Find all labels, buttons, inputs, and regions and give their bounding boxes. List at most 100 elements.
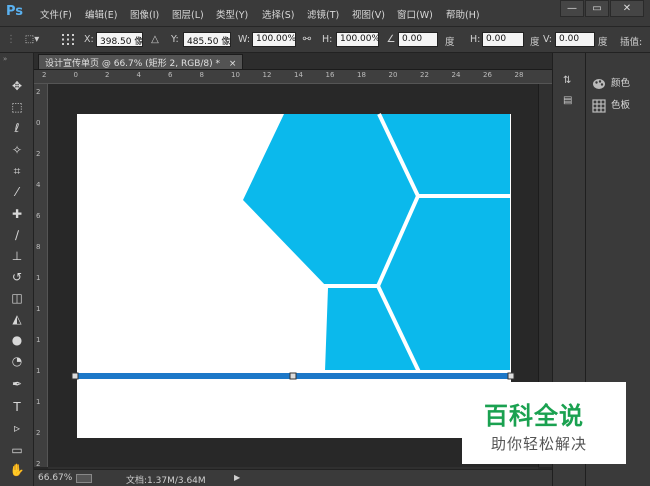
menu-help[interactable]: 帮助(H): [446, 7, 480, 21]
restore-button[interactable]: ▭: [585, 0, 609, 17]
menu-type[interactable]: 类型(Y): [216, 7, 248, 21]
swatches-grid-icon: [592, 98, 606, 113]
ruler-top-tick-label: 24: [451, 71, 461, 79]
transform-handle-center: [289, 372, 297, 380]
y-position-field[interactable]: 485.50 像: [183, 32, 231, 47]
rotate-angle-icon: ∠: [386, 34, 396, 45]
y-label: Y:: [171, 34, 179, 45]
menu-filter[interactable]: 滤镜(T): [307, 7, 339, 21]
ruler-left-tick-label: 0: [36, 119, 41, 127]
history-brush-tool-icon[interactable]: ↺: [8, 268, 26, 286]
ruler-left-tick-label: 1: [36, 398, 41, 406]
marquee-tool-icon[interactable]: ⬚: [8, 98, 26, 116]
ruler-top-tick-label: 8: [199, 71, 204, 79]
ruler-left-tick-label: 2: [36, 150, 41, 158]
left-ruler[interactable]: 2 0 2 4 6 8 1 1 1 1 1 2 2: [34, 84, 48, 467]
menu-image[interactable]: 图像(I): [130, 7, 159, 21]
ruler-top-tick-label: 2: [42, 71, 47, 79]
grip-icon: ⋮: [6, 34, 16, 45]
path-selection-tool-icon[interactable]: ▹: [8, 419, 26, 437]
crop-tool-icon[interactable]: ⌗: [8, 162, 26, 180]
ruler-top-tick-label: 20: [388, 71, 398, 79]
ruler-top-tick-label: 0: [73, 71, 78, 79]
palette-icon: [592, 77, 606, 91]
tab-close-icon[interactable]: ×: [229, 59, 237, 69]
ruler-left-tick-label: 2: [36, 88, 41, 96]
rotate-unit: 度: [445, 37, 455, 48]
width-field[interactable]: 100.00%: [252, 32, 296, 47]
document-tab[interactable]: 设计宣传单页 @ 66.7% (矩形 2, RGB/8) * ×: [38, 54, 244, 69]
reference-point-icon[interactable]: [60, 33, 76, 46]
tools-panel: » ✥ ⬚ ℓ ✧ ⌗ ⁄ ✚ ∕ ⊥ ↺ ◫ ◭ ● ◔ ✒ T ▹ ▭ ✋: [0, 53, 34, 486]
ruler-left-tick-label: 2: [36, 460, 41, 467]
ruler-top-tick-label: 22: [420, 71, 429, 79]
w-label: W:: [238, 34, 251, 45]
menu-window[interactable]: 窗口(W): [397, 7, 433, 21]
ruler-left-tick-label: 1: [36, 367, 41, 375]
vskew-label: V:: [543, 34, 552, 45]
ruler-left-tick-label: 4: [36, 181, 41, 189]
rectangle-tool-icon[interactable]: ▭: [8, 441, 26, 459]
transform-tool-preset-icon[interactable]: ⬚▾: [20, 33, 44, 46]
watermark-subtitle: 助你轻松解决: [491, 435, 588, 453]
x-position-field[interactable]: 398.50 像: [96, 32, 143, 47]
properties-panel-icon[interactable]: ▤: [563, 95, 572, 106]
minimize-button[interactable]: —: [560, 0, 584, 17]
hskew-field[interactable]: 0.00: [482, 32, 524, 47]
magic-wand-tool-icon[interactable]: ✧: [8, 141, 26, 159]
vskew-unit: 度: [598, 37, 608, 48]
menu-view[interactable]: 视图(V): [352, 7, 385, 21]
lasso-tool-icon[interactable]: ℓ: [8, 119, 26, 137]
transform-handle-left: [71, 372, 79, 380]
transform-handle-right: [507, 372, 515, 380]
status-bar: 66.67% 文档:1.37M/3.64M ▶: [34, 469, 552, 486]
ruler-left-tick-label: 8: [36, 243, 41, 251]
blur-tool-icon[interactable]: ●: [8, 331, 26, 349]
ruler-top-tick-label: 28: [514, 71, 524, 79]
rotate-field[interactable]: 0.00: [398, 32, 438, 47]
menu-file[interactable]: 文件(F): [40, 7, 72, 21]
pen-tool-icon[interactable]: ✒: [8, 375, 26, 393]
move-tool-icon[interactable]: ✥: [8, 77, 26, 95]
menu-layer[interactable]: 图层(L): [172, 7, 204, 21]
ruler-top-tick-label: 18: [357, 71, 366, 79]
zoom-level[interactable]: 66.67%: [38, 473, 72, 483]
hskew-label: H:: [470, 34, 481, 45]
healing-brush-tool-icon[interactable]: ✚: [8, 205, 26, 223]
stamp-tool-icon[interactable]: ⊥: [8, 247, 26, 265]
x-label: X:: [84, 34, 94, 45]
ruler-top-tick-label: 16: [325, 71, 335, 79]
watermark-title: 百科全说: [484, 402, 584, 430]
top-ruler[interactable]: 2 0 2 4 6 8 10 12 14 16 18 20 22 24 26 28: [34, 70, 552, 84]
paint-bucket-tool-icon[interactable]: ◭: [8, 310, 26, 328]
dodge-tool-icon[interactable]: ◔: [8, 352, 26, 370]
brush-tool-icon[interactable]: ∕: [8, 226, 26, 244]
close-window-button[interactable]: ✕: [610, 0, 644, 17]
relative-position-icon[interactable]: △: [148, 33, 162, 46]
ruler-top-tick-label: 6: [168, 71, 173, 79]
ruler-top-tick-label: 14: [294, 71, 303, 79]
ruler-left-tick-label: 6: [36, 212, 41, 220]
type-tool-icon[interactable]: T: [8, 398, 26, 416]
ruler-top-tick-label: 2: [105, 71, 110, 79]
eyedropper-tool-icon[interactable]: ⁄: [8, 183, 26, 201]
ruler-left-tick-label: 1: [36, 305, 41, 313]
ruler-top-tick-label: 10: [231, 71, 240, 79]
ruler-left-tick-label: 1: [36, 274, 41, 282]
history-panel-icon[interactable]: ⇅: [563, 75, 571, 86]
collapse-tools-icon[interactable]: »: [3, 55, 7, 63]
hand-tool-icon[interactable]: ✋: [8, 461, 26, 479]
ruler-top-tick-label: 26: [483, 71, 492, 79]
eraser-tool-icon[interactable]: ◫: [8, 289, 26, 307]
menu-select[interactable]: 选择(S): [262, 7, 294, 21]
status-options-icon[interactable]: [76, 474, 92, 483]
h-label: H:: [322, 34, 333, 45]
vskew-field[interactable]: 0.00: [555, 32, 595, 47]
status-menu-arrow-icon[interactable]: ▶: [234, 473, 240, 482]
color-panel-tab[interactable]: 颜色: [592, 75, 630, 93]
swatches-panel-tab[interactable]: 色板: [592, 97, 630, 115]
height-field[interactable]: 100.00%: [336, 32, 379, 47]
document-tab-title: 设计宣传单页 @ 66.7% (矩形 2, RGB/8) *: [45, 59, 221, 69]
menu-edit[interactable]: 编辑(E): [85, 7, 117, 21]
link-icon[interactable]: ⚯: [300, 33, 314, 46]
